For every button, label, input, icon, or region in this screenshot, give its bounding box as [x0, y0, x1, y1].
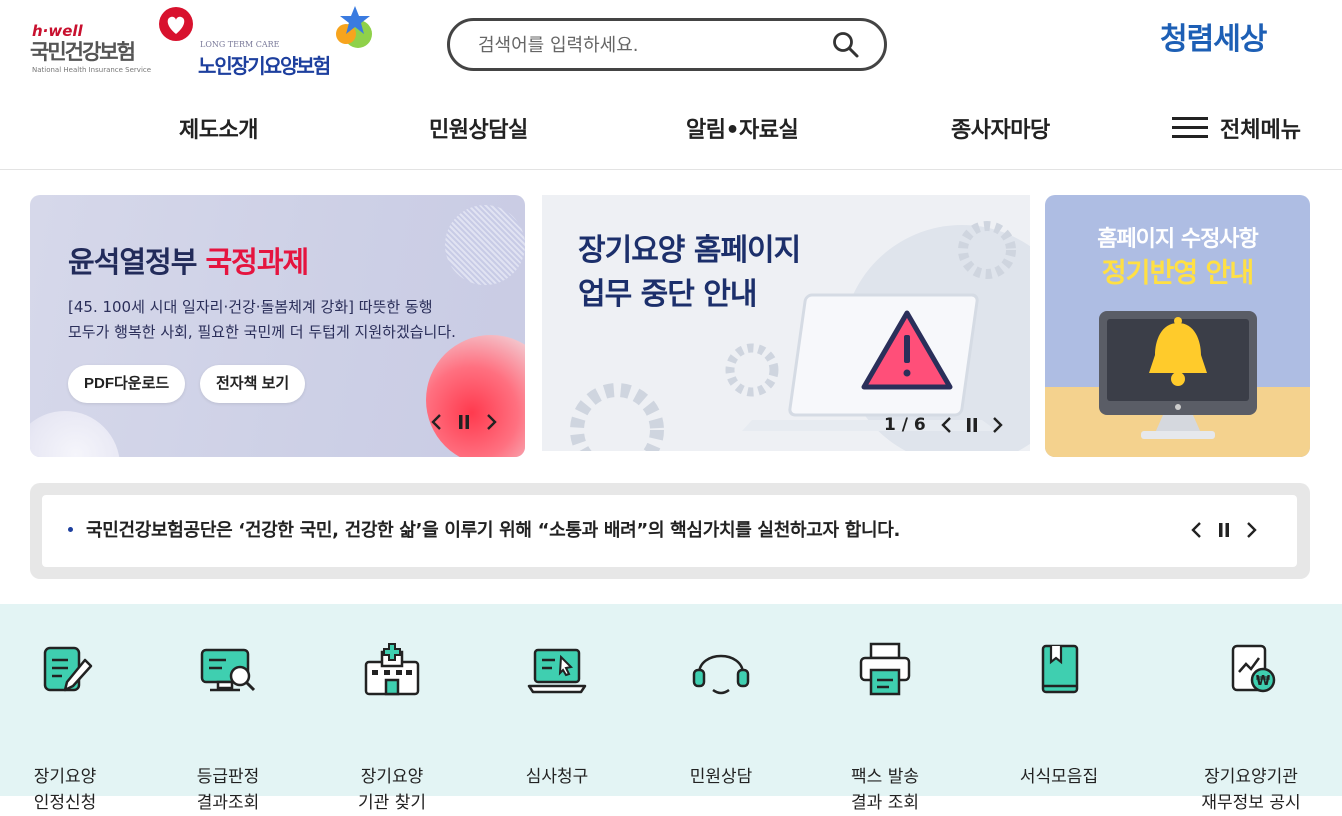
decorative-sphere-red — [426, 335, 525, 457]
banner-national-tasks[interactable]: 윤석열정부 국정과제 [45. 100세 시대 일자리·건강·돌봄체계 강화] … — [30, 195, 525, 457]
ltc-logo[interactable]: LONG TERM CARE 노인장기요양보험 — [196, 4, 386, 78]
heart-logo-icon — [159, 7, 193, 41]
search-input[interactable] — [478, 31, 838, 59]
notice-bullet — [68, 527, 73, 532]
banner-site-updates[interactable]: 홈페이지 수정사항 정기반영 안내 — [1045, 195, 1310, 457]
banner-center-line1: 장기요양 홈페이지 — [578, 233, 801, 268]
banner-service-suspension[interactable]: 장기요양 홈페이지 업무 중단 안내 1 / 6 — [542, 195, 1030, 451]
nhis-logo-name: 국민건강보험 — [30, 40, 136, 64]
quick-item-label: 민원상담 — [689, 767, 753, 787]
all-menu-button[interactable]: 전체메뉴 — [1172, 112, 1301, 144]
headset-icon — [692, 654, 750, 695]
page-separator: / — [901, 415, 908, 435]
chevron-right-icon[interactable] — [1246, 521, 1258, 539]
main-nav: 제도소개 민원상담실 알림•자료실 종사자마당 전체메뉴 — [0, 112, 1342, 152]
banner-title-plain: 윤석열정부 — [68, 245, 206, 279]
quick-item-label: 장기요양 기관 찾기 — [358, 767, 426, 813]
financial-report-icon: ₩ — [1231, 644, 1276, 693]
quick-item-application[interactable]: 장기요양 인정신청 — [0, 640, 140, 816]
decorative-pattern — [445, 205, 525, 285]
quick-item-grade-result[interactable]: 등급판정 결과조회 — [153, 640, 303, 816]
svg-text:₩: ₩ — [1256, 674, 1271, 689]
decorative-sphere — [30, 411, 120, 457]
all-menu-label: 전체메뉴 — [1220, 118, 1301, 143]
monitor-search-icon — [200, 648, 256, 692]
quick-item-label: 서식모음집 — [1019, 767, 1099, 787]
banner-center-title: 장기요양 홈페이지 업무 중단 안내 — [578, 229, 801, 317]
chevron-right-icon[interactable] — [486, 413, 498, 431]
hospital-building-icon — [364, 643, 420, 696]
nav-item-system-intro[interactable]: 제도소개 — [179, 112, 258, 144]
nhis-logo[interactable]: h·well 국민건강보험 National Health Insurance … — [28, 6, 198, 76]
quick-item-forms[interactable]: 서식모음집 — [984, 640, 1134, 790]
search-icon[interactable] — [832, 31, 860, 59]
notice-text[interactable]: 국민건강보험공단은 ‘건강한 국민, 건강한 삶’을 이루기 위해 “소통과 배… — [86, 516, 900, 542]
application-form-icon — [43, 646, 93, 692]
notice-inner: 국민건강보험공단은 ‘건강한 국민, 건강한 삶’을 이루기 위해 “소통과 배… — [42, 495, 1297, 567]
site-header: h·well 국민건강보험 National Health Insurance … — [0, 0, 1342, 170]
ltc-logo-name: 노인장기요양보험 — [198, 54, 331, 78]
banner-title: 윤석열정부 국정과제 — [68, 239, 310, 281]
star-logo-icon — [336, 6, 372, 48]
quick-item-label: 등급판정 결과조회 — [196, 767, 260, 813]
banner-title-accent: 국정과제 — [205, 245, 310, 279]
banner-left-controls — [430, 413, 498, 431]
pause-icon[interactable] — [458, 414, 470, 430]
quick-item-label: 장기요양 인정신청 — [33, 767, 97, 813]
nhis-logo-sub: National Health Insurance Service — [32, 66, 152, 74]
nav-item-workers[interactable]: 종사자마당 — [951, 112, 1050, 144]
clean-world-logo-text: 청렴세상 — [1160, 22, 1267, 57]
banner-right-line1: 홈페이지 수정사항 — [1097, 227, 1259, 252]
pause-icon[interactable] — [1218, 522, 1230, 538]
quick-item-financial-disclosure[interactable]: ₩ 장기요양기관 재무정보 공시 — [1176, 640, 1326, 816]
clean-world-logo[interactable]: 청렴세상 — [1158, 8, 1314, 58]
banner-desc-line1: [45. 100세 시대 일자리·건강·돌봄체계 강화] 따뜻한 동행 — [68, 298, 433, 316]
banner-right-title: 홈페이지 수정사항 정기반영 안내 — [1045, 223, 1310, 291]
book-icon — [1041, 644, 1079, 694]
banner-right-line2: 정기반영 안내 — [1101, 258, 1254, 289]
banner-description: [45. 100세 시대 일자리·건강·돌봄체계 강화] 따뜻한 동행 모두가 … — [68, 295, 456, 345]
quick-item-label: 팩스 발송 결과 조회 — [851, 767, 919, 813]
ltc-logo-caption: LONG TERM CARE — [200, 40, 280, 49]
chevron-left-icon[interactable] — [940, 416, 952, 434]
chevron-left-icon[interactable] — [430, 413, 442, 431]
chevron-right-icon[interactable] — [992, 416, 1004, 434]
quick-item-review-claim[interactable]: 심사청구 — [482, 640, 632, 790]
notice-controls — [1190, 521, 1258, 539]
quick-item-label: 장기요양기관 재무정보 공시 — [1201, 767, 1301, 813]
nav-item-notice-data[interactable]: 알림•자료실 — [686, 112, 799, 144]
page-current: 1 — [884, 415, 896, 435]
hamburger-icon — [1172, 117, 1208, 139]
nav-item-civil-counsel[interactable]: 민원상담실 — [429, 112, 528, 144]
banner-center-controls: 1 / 6 — [884, 415, 1004, 435]
quick-item-label: 심사청구 — [525, 767, 589, 787]
fax-printer-icon — [859, 642, 911, 696]
pdf-download-button[interactable]: PDF다운로드 — [68, 365, 186, 403]
page-total: 6 — [913, 415, 926, 435]
quick-item-fax-result[interactable]: 팩스 발송 결과 조회 — [810, 640, 960, 816]
quick-item-find-facility[interactable]: 장기요양 기관 찾기 — [317, 640, 467, 816]
ebook-view-button[interactable]: 전자책 보기 — [200, 365, 306, 403]
pause-icon[interactable] — [966, 417, 978, 433]
search-box — [447, 18, 887, 71]
chevron-left-icon[interactable] — [1190, 521, 1202, 539]
page-indicator: 1 / 6 — [884, 415, 926, 435]
quick-menu: 장기요양 인정신청 등급판정 결과조회 장기요양 기관 찾기 심사청구 민원상담… — [0, 604, 1342, 813]
notice-bar: 국민건강보험공단은 ‘건강한 국민, 건강한 삶’을 이루기 위해 “소통과 배… — [30, 483, 1310, 579]
quick-item-civil-counsel[interactable]: 민원상담 — [646, 640, 796, 790]
laptop-click-icon — [527, 648, 587, 694]
banner-center-line2: 업무 중단 안내 — [578, 277, 758, 312]
banner-desc-line2: 모두가 행복한 사회, 필요한 국민께 더 두텁게 지원하겠습니다. — [68, 323, 456, 341]
